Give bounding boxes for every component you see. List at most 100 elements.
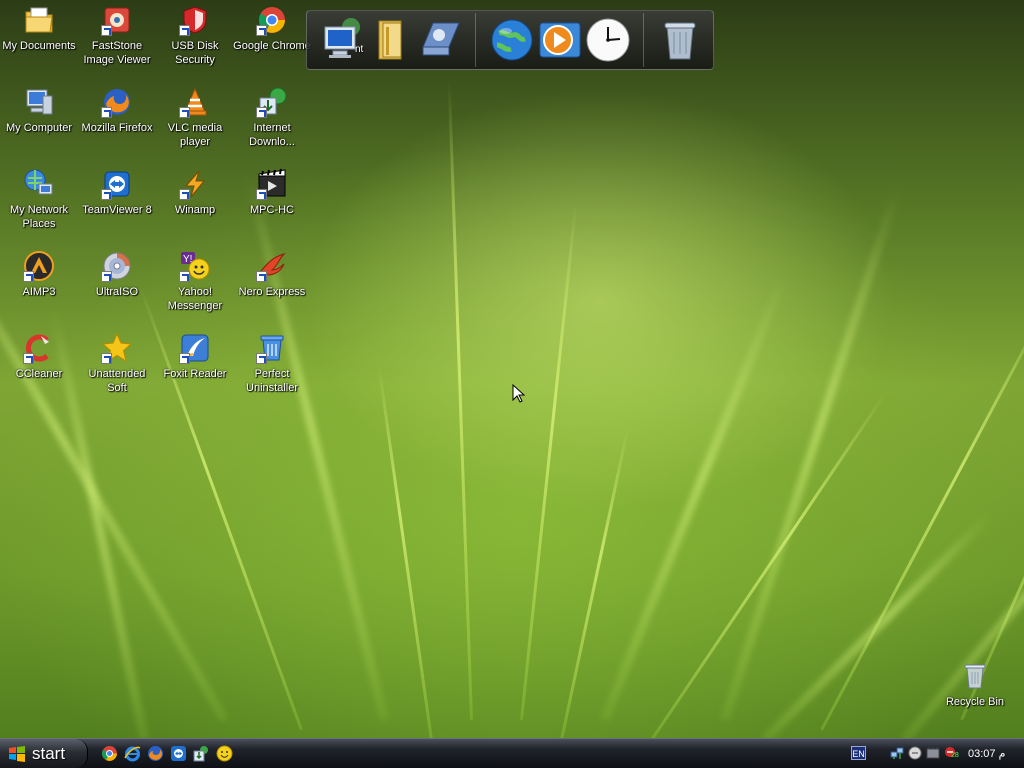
- dock-item-trash[interactable]: [657, 17, 703, 63]
- desktop-icon-winamp[interactable]: Winamp: [156, 166, 234, 217]
- shortcut-arrow-icon: [101, 271, 112, 282]
- shortcut-arrow-icon: [179, 25, 190, 36]
- desktop-icon-faststone[interactable]: FastStone Image Viewer: [78, 2, 156, 67]
- computer-icon: [324, 18, 360, 58]
- icon-label: TeamViewer 8: [82, 204, 152, 216]
- desktop-icon-yahoo-messenger[interactable]: Y! Yahoo! Messenger: [156, 248, 234, 313]
- trash-icon: [664, 22, 696, 60]
- grass-blade: [447, 80, 473, 721]
- network-icon: [890, 747, 904, 759]
- desktop-icon-nero[interactable]: Nero Express: [233, 248, 311, 299]
- dock-item-clock[interactable]: [585, 17, 631, 63]
- yahoo-messenger-icon: [216, 745, 233, 762]
- quick-launch-teamviewer[interactable]: [170, 745, 187, 762]
- dock-item-globe[interactable]: [489, 17, 535, 63]
- desktop-icon-perfect-uninstaller[interactable]: Perfect Uninstaller: [233, 330, 311, 395]
- desktop-icon-ccleaner[interactable]: CCleaner: [0, 330, 78, 381]
- taskbar: start EN 28 03:07 م: [0, 738, 1024, 768]
- quick-launch-yahoo-messenger[interactable]: [216, 745, 233, 762]
- aimp-icon: [23, 250, 55, 282]
- icon-label: Google Chrome: [233, 40, 311, 52]
- icon-label: FastStone Image Viewer: [83, 40, 151, 66]
- firefox-icon: [101, 86, 133, 118]
- icon-label: My Computer: [5, 122, 73, 134]
- shortcut-arrow-icon: [256, 107, 267, 118]
- clock-icon: [586, 18, 630, 62]
- desktop-icon-network-places[interactable]: My Network Places: [0, 166, 78, 231]
- shortcut-arrow-icon: [256, 25, 267, 36]
- icon-label: Foxit Reader: [163, 368, 227, 380]
- icon-label: My Documents: [2, 40, 76, 52]
- network-places-icon: [23, 168, 55, 200]
- desktop-icon-mpc-hc[interactable]: MPC-HC: [233, 166, 311, 217]
- desktop-icon-internet-download[interactable]: Internet Downlo...: [233, 84, 311, 149]
- quick-launch-internet-explorer[interactable]: [124, 745, 141, 762]
- dock-item-folder[interactable]: [369, 17, 415, 63]
- quick-launch-internet-download[interactable]: [193, 745, 210, 762]
- folder-icon: [378, 20, 402, 60]
- shortcut-arrow-icon: [179, 189, 190, 200]
- teamviewer-icon: [171, 746, 186, 761]
- desktop-icon-recycle-bin[interactable]: Recycle Bin: [936, 658, 1014, 709]
- system-clock[interactable]: 03:07 م: [968, 747, 1005, 760]
- icon-label: Winamp: [174, 204, 216, 216]
- desktop-icon-teamviewer[interactable]: TeamViewer 8: [78, 166, 156, 217]
- tray-security[interactable]: 28: [944, 746, 959, 760]
- windows-logo-icon: [9, 745, 25, 762]
- grass-blade: [520, 202, 578, 721]
- recycle-bin-icon: [959, 660, 991, 692]
- desktop-icon-google-chrome[interactable]: Google Chrome: [233, 2, 311, 53]
- start-button[interactable]: start: [0, 739, 88, 768]
- quick-launch-chrome[interactable]: [101, 745, 118, 762]
- desktop-background: My Documents My Computer My Network Plac…: [0, 0, 1024, 768]
- my-documents-icon: [23, 4, 55, 36]
- vlc-icon: [179, 86, 211, 118]
- messenger-status-icon: [908, 746, 922, 760]
- globe-icon: [491, 19, 533, 61]
- foxit-icon: [179, 332, 211, 364]
- dock-separator: [475, 13, 476, 67]
- shortcut-arrow-icon: [23, 353, 34, 364]
- internet-download-icon: [193, 746, 208, 762]
- dock-overlap-label: nt: [355, 44, 364, 55]
- shortcut-arrow-icon: [256, 189, 267, 200]
- dock-item-media-player[interactable]: [537, 17, 583, 63]
- icon-label: CCleaner: [15, 368, 63, 380]
- tray-network[interactable]: [890, 746, 904, 760]
- desktop-icon-firefox[interactable]: Mozilla Firefox: [78, 84, 156, 135]
- desktop-icon-unattended-soft[interactable]: Unattended Soft: [78, 330, 156, 395]
- shortcut-arrow-icon: [179, 107, 190, 118]
- unattended-soft-icon: [101, 332, 133, 364]
- icon-label: My Network Places: [9, 204, 69, 230]
- start-label: start: [32, 743, 66, 763]
- dock-item-drive[interactable]: [417, 17, 463, 63]
- desktop-icon-ultraiso[interactable]: UltraISO: [78, 248, 156, 299]
- shortcut-arrow-icon: [101, 353, 112, 364]
- desktop-icon-foxit[interactable]: Foxit Reader: [156, 330, 234, 381]
- language-indicator[interactable]: EN: [851, 746, 866, 760]
- chrome-icon: [102, 746, 117, 761]
- desktop-icon-my-computer[interactable]: My Computer: [0, 84, 78, 135]
- quick-launch-firefox[interactable]: [147, 745, 164, 762]
- yahoo-messenger-icon: Y!: [179, 250, 211, 282]
- tray-system[interactable]: [926, 746, 940, 760]
- shortcut-arrow-icon: [179, 271, 190, 282]
- desktop-icon-vlc[interactable]: VLC media player: [156, 84, 234, 149]
- ccleaner-icon: [23, 332, 55, 364]
- desktop-icon-usb-disk-security[interactable]: USB Disk Security: [156, 2, 234, 67]
- usb-disk-security-icon: [179, 4, 211, 36]
- dock-item-computer[interactable]: nt: [321, 17, 367, 63]
- tray-messenger-status[interactable]: [908, 746, 922, 760]
- dock-separator: [643, 13, 644, 67]
- my-computer-icon: [23, 86, 55, 118]
- internet-explorer-icon: [124, 746, 141, 762]
- grass-blade: [600, 273, 789, 722]
- ultraiso-icon: [101, 250, 133, 282]
- icon-label: Nero Express: [238, 286, 306, 298]
- desktop-icon-aimp3[interactable]: AIMP3: [0, 248, 78, 299]
- desktop-icon-my-documents[interactable]: My Documents: [0, 2, 78, 53]
- mpc-hc-icon: [256, 168, 288, 200]
- icon-label: Unattended Soft: [88, 368, 146, 394]
- grass-blade: [377, 363, 433, 741]
- perfect-uninstaller-icon: [256, 332, 288, 364]
